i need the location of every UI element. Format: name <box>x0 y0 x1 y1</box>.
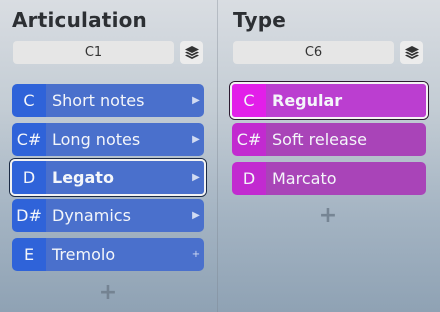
row-label: Marcato <box>266 162 426 195</box>
articulation-row-dynamics[interactable]: D# Dynamics ▶ <box>12 199 204 232</box>
chevron-right-icon[interactable]: ▶ <box>188 199 204 232</box>
row-label: Short notes <box>46 84 188 117</box>
plus-icon[interactable]: + <box>188 238 204 271</box>
row-key: C <box>232 84 266 117</box>
type-add-button[interactable]: + <box>318 202 338 228</box>
row-label: Soft release <box>266 123 426 156</box>
row-key: C <box>12 84 46 117</box>
articulation-panel: Articulation C1 C Short notes ▶ C# Long … <box>0 0 217 312</box>
row-label: Regular <box>266 84 426 117</box>
chevron-right-icon[interactable]: ▶ <box>188 84 204 117</box>
plus-icon: + <box>318 202 338 228</box>
type-layers-button[interactable] <box>400 41 423 64</box>
layers-icon <box>184 45 199 59</box>
row-key: C# <box>12 123 46 156</box>
articulation-row-long-notes[interactable]: C# Long notes ▶ <box>12 123 204 156</box>
articulation-key-field[interactable]: C1 <box>13 41 174 64</box>
articulation-row-legato[interactable]: D Legato ▶ <box>10 159 206 196</box>
type-key-field[interactable]: C6 <box>233 41 394 64</box>
type-title: Type <box>233 8 286 32</box>
row-key: D <box>232 162 266 195</box>
chevron-right-icon[interactable]: ▶ <box>188 161 204 194</box>
type-panel: Type C6 C Regular C# Soft release D Marc… <box>218 0 440 312</box>
articulation-row-tremolo[interactable]: E Tremolo + <box>12 238 204 271</box>
row-key: E <box>12 238 46 271</box>
layers-icon <box>404 45 419 59</box>
row-key: D <box>12 161 46 194</box>
plus-icon: + <box>98 279 118 305</box>
row-key: C# <box>232 123 266 156</box>
row-key: D# <box>12 199 46 232</box>
row-label: Legato <box>46 161 188 194</box>
row-label: Tremolo <box>46 238 188 271</box>
articulation-title: Articulation <box>12 8 147 32</box>
type-row-marcato[interactable]: D Marcato <box>232 162 426 195</box>
articulation-add-button[interactable]: + <box>98 279 118 305</box>
type-row-soft-release[interactable]: C# Soft release <box>232 123 426 156</box>
row-label: Dynamics <box>46 199 188 232</box>
row-label: Long notes <box>46 123 188 156</box>
chevron-right-icon[interactable]: ▶ <box>188 123 204 156</box>
articulation-layers-button[interactable] <box>180 41 203 64</box>
type-row-regular[interactable]: C Regular <box>230 82 428 119</box>
articulation-row-short-notes[interactable]: C Short notes ▶ <box>12 84 204 117</box>
